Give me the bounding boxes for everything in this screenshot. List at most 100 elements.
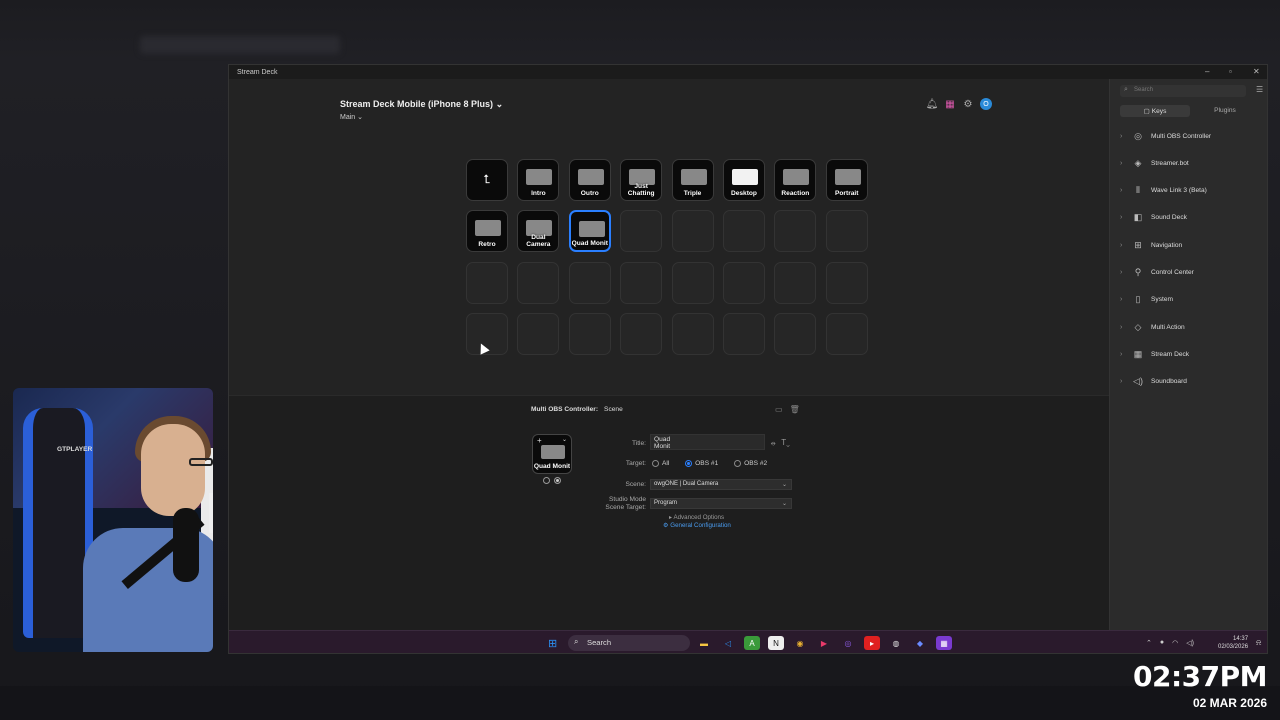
back-key[interactable]: ⮤ — [466, 159, 508, 201]
text-format-icon[interactable]: T⌄ — [781, 438, 790, 447]
notion-icon[interactable]: N — [768, 636, 784, 650]
empty-key[interactable] — [517, 313, 560, 356]
scene-key[interactable]: Desktop — [722, 159, 765, 201]
youtube-icon[interactable]: ▸ — [864, 636, 880, 650]
scene-thumbnail — [577, 169, 604, 185]
chevron-down-icon[interactable]: ⌄ — [562, 436, 567, 443]
list-view-icon[interactable]: ☰ — [1256, 85, 1263, 94]
volume-icon[interactable]: ◁) — [1186, 639, 1194, 647]
tab-plugins[interactable]: Plugins — [1190, 105, 1260, 117]
media-player-icon[interactable]: ▶ — [816, 636, 832, 650]
taskbar-search[interactable]: ⌕ Search — [568, 635, 690, 651]
category-stream-deck[interactable]: › ▦ Stream Deck — [1120, 347, 1189, 361]
app-c-icon[interactable]: ◆ — [912, 636, 928, 650]
maximize-button[interactable]: ▫ — [1229, 67, 1232, 76]
taskbar-clock[interactable]: 14:37 02/03/2026 — [1218, 635, 1248, 651]
empty-key[interactable] — [722, 210, 765, 253]
target-all-radio[interactable]: All — [652, 460, 669, 467]
trash-icon[interactable]: 🗑︎ — [790, 405, 800, 414]
folder-icon[interactable]: ▭ — [775, 405, 783, 414]
action-header: Multi OBS Controller: Scene — [531, 406, 623, 413]
category-multi-obs-controller[interactable]: › ◎ Multi OBS Controller — [1120, 129, 1211, 143]
category-wave-link-3-beta-[interactable]: › ⦀ Wave Link 3 (Beta) — [1120, 184, 1207, 198]
tab-keys[interactable]: ▢ Keys — [1120, 105, 1190, 117]
chevron-up-icon[interactable]: ⌃ — [1146, 639, 1152, 647]
obs-icon[interactable]: ◍ — [888, 636, 904, 650]
marketplace-icon[interactable]: ▦ — [944, 98, 956, 110]
notification-icon[interactable]: ⍾ — [1256, 638, 1261, 648]
empty-key[interactable] — [671, 313, 714, 356]
empty-key[interactable] — [774, 313, 817, 356]
empty-key[interactable] — [722, 313, 765, 356]
empty-key[interactable] — [517, 261, 560, 304]
category-soundboard[interactable]: › ◁) Soundboard — [1120, 375, 1187, 389]
scene-label-row: Scene: — [596, 481, 646, 488]
studio-select[interactable]: Program ⌄ — [650, 498, 792, 509]
account-icon[interactable]: O — [980, 98, 992, 110]
target-obs2-radio[interactable]: OBS #2 — [734, 460, 767, 467]
app-b-icon[interactable]: ◎ — [840, 636, 856, 650]
file-explorer-icon[interactable]: ▬ — [696, 636, 712, 650]
close-button[interactable]: ✕ — [1253, 67, 1260, 76]
scene-key[interactable]: Reaction — [774, 159, 817, 201]
category-label: Control Center — [1151, 269, 1194, 276]
empty-key[interactable] — [825, 313, 868, 356]
microphone-icon[interactable]: ● — [1160, 639, 1164, 647]
back-arrow-icon: ⮤ — [483, 172, 491, 186]
empty-key[interactable] — [825, 261, 868, 304]
scene-key[interactable]: Just Chatting — [620, 159, 663, 201]
category-multi-action[interactable]: › ◇ Multi Action — [1120, 320, 1185, 334]
empty-key[interactable] — [568, 261, 611, 304]
category-sound-deck[interactable]: › ◧ Sound Deck — [1120, 211, 1187, 225]
link-icon[interactable]: ⦵ — [770, 438, 777, 447]
app-a-icon[interactable]: A — [744, 636, 760, 650]
empty-key[interactable] — [620, 210, 663, 253]
state-1-radio[interactable] — [543, 477, 550, 484]
stream-deck-window: Stream Deck – ▫ ✕ Stream Deck Mobile (iP… — [228, 64, 1268, 654]
scene-key[interactable]: Quad Monit — [568, 210, 611, 253]
general-configuration-link[interactable]: ⚙ General Configuration — [663, 522, 731, 529]
scene-key[interactable]: Dual Camera — [517, 210, 560, 253]
search-input[interactable]: ⌕ Search — [1120, 85, 1246, 97]
page-name: Main — [340, 114, 356, 121]
scene-key[interactable]: Outro — [568, 159, 611, 201]
bell-icon[interactable]: 🔔︎ — [926, 98, 939, 110]
empty-key[interactable] — [620, 261, 663, 304]
scene-thumbnail — [783, 169, 810, 185]
empty-key[interactable] — [825, 210, 868, 253]
key-label: Portrait — [835, 190, 859, 197]
empty-key[interactable] — [774, 210, 817, 253]
category-control-center[interactable]: › ⚲ Control Center — [1120, 266, 1194, 280]
vscode-icon[interactable]: ◁ — [720, 636, 736, 650]
category-streamer-bot[interactable]: › ◈ Streamer.bot — [1120, 156, 1189, 170]
advanced-options-link[interactable]: ▸ Advanced Options — [669, 514, 724, 521]
empty-key[interactable] — [774, 261, 817, 304]
empty-key[interactable] — [671, 261, 714, 304]
stream-deck-taskbar-icon[interactable]: ▦ — [936, 636, 952, 650]
gear-icon[interactable]: ⚙ — [962, 98, 974, 110]
scene-select[interactable]: owgONE | Dual Camera ⌄ — [650, 479, 792, 490]
empty-key[interactable] — [620, 313, 663, 356]
empty-key[interactable] — [671, 210, 714, 253]
state-2-radio[interactable] — [554, 477, 561, 484]
key-preview[interactable]: + ⌄ Quad Monit — [532, 434, 572, 474]
plus-icon[interactable]: + — [537, 436, 542, 445]
scene-key[interactable]: Intro — [517, 159, 560, 201]
scene-key[interactable]: Retro — [466, 210, 508, 253]
category-navigation[interactable]: › ⊞ Navigation — [1120, 238, 1182, 252]
title-input[interactable]: Quad Monit — [650, 434, 765, 450]
page-selector[interactable]: Main ⌄ — [340, 113, 363, 121]
empty-key[interactable] — [722, 261, 765, 304]
empty-key[interactable] — [466, 261, 508, 304]
scene-key[interactable]: Triple — [671, 159, 714, 201]
device-selector[interactable]: Stream Deck Mobile (iPhone 8 Plus) ⌄ — [340, 99, 503, 110]
wifi-icon[interactable]: ◠ — [1172, 639, 1178, 647]
minimize-button[interactable]: – — [1205, 67, 1209, 76]
category-system[interactable]: › ▯ System — [1120, 293, 1173, 307]
windows-start-icon[interactable]: ⊞ — [548, 637, 557, 650]
empty-key[interactable] — [568, 313, 611, 356]
target-obs1-radio[interactable]: OBS #1 — [685, 460, 718, 467]
chevron-right-icon: › — [1120, 241, 1123, 249]
scene-key[interactable]: Portrait — [825, 159, 868, 201]
chrome-icon[interactable]: ◉ — [792, 636, 808, 650]
